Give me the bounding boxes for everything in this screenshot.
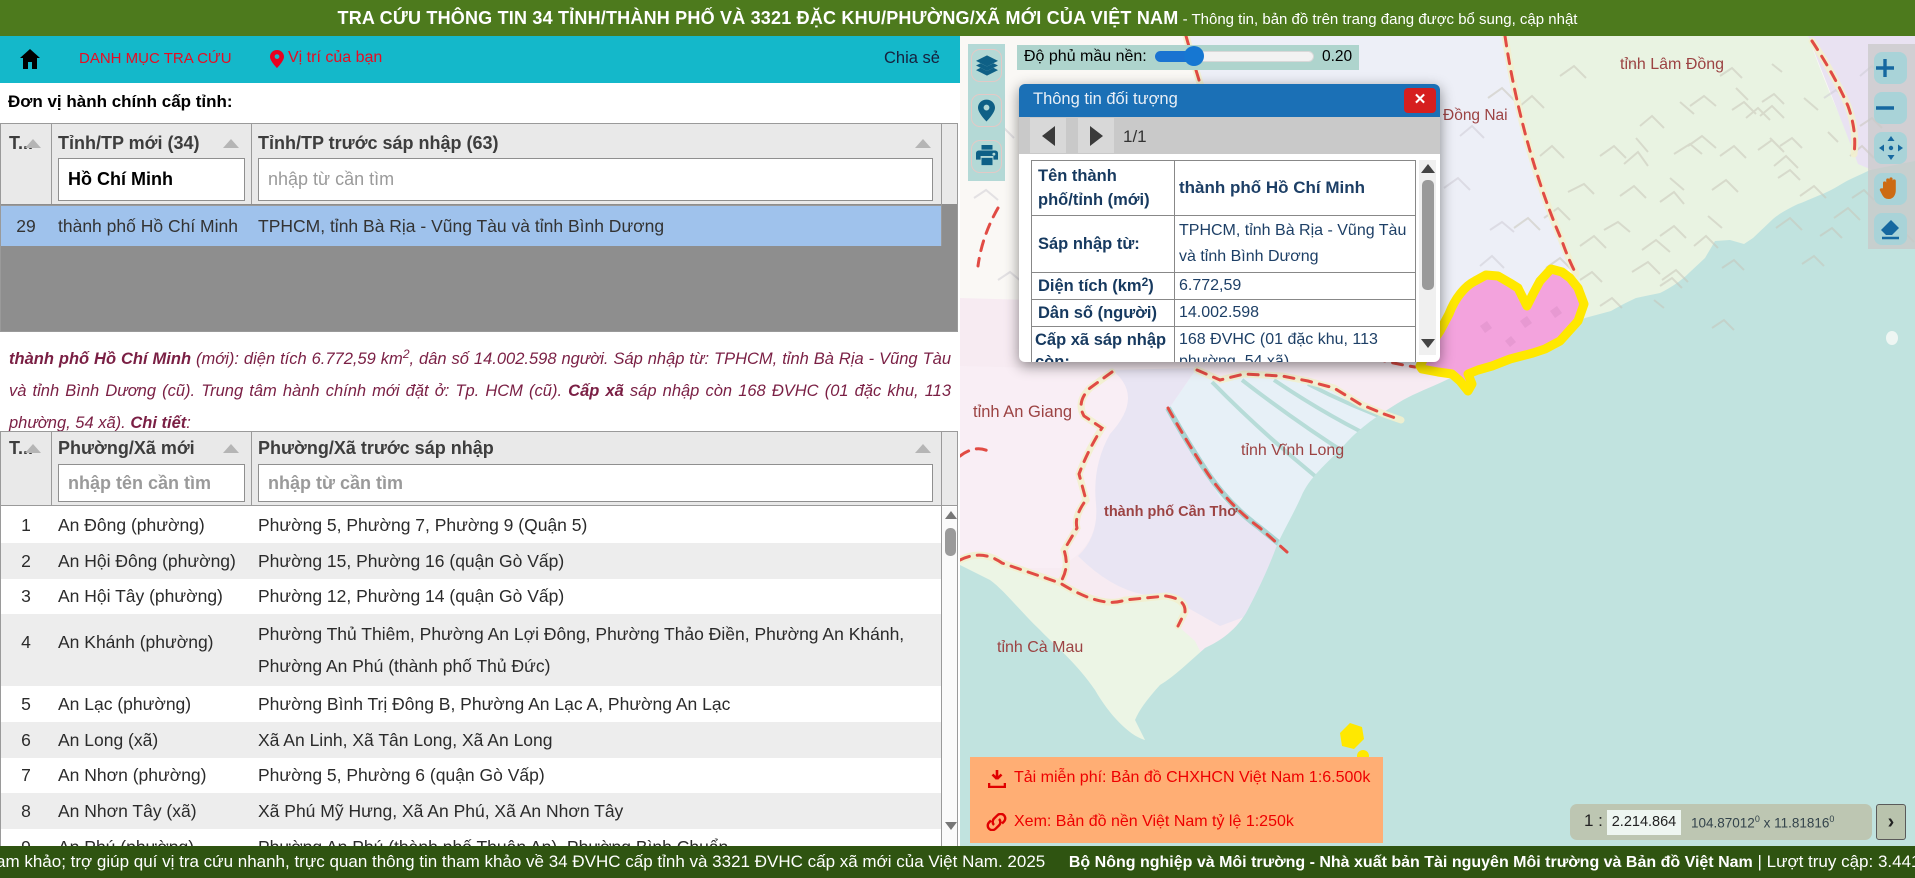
svg-text:thành phố Cần Thơ: thành phố Cần Thơ xyxy=(1104,504,1238,520)
svg-text:Đồng Nai: Đồng Nai xyxy=(1443,107,1508,124)
svg-text:tỉnh Cà Mau: tỉnh Cà Mau xyxy=(997,639,1083,656)
svg-text:tỉnh An Giang: tỉnh An Giang xyxy=(973,403,1072,421)
svg-text:tỉnh Vĩnh Long: tỉnh Vĩnh Long xyxy=(1241,442,1344,459)
svg-text:tỉnh Lâm Đồng: tỉnh Lâm Đồng xyxy=(1620,56,1724,73)
